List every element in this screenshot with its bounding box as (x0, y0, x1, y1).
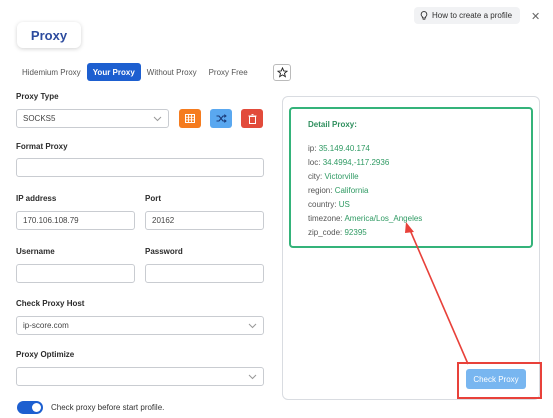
check-proxy-button[interactable]: Check Proxy (466, 369, 526, 389)
annotation-arrow (405, 222, 469, 365)
proxy-settings-page: Proxy How to create a profile ✕ Hidemium… (0, 0, 553, 418)
